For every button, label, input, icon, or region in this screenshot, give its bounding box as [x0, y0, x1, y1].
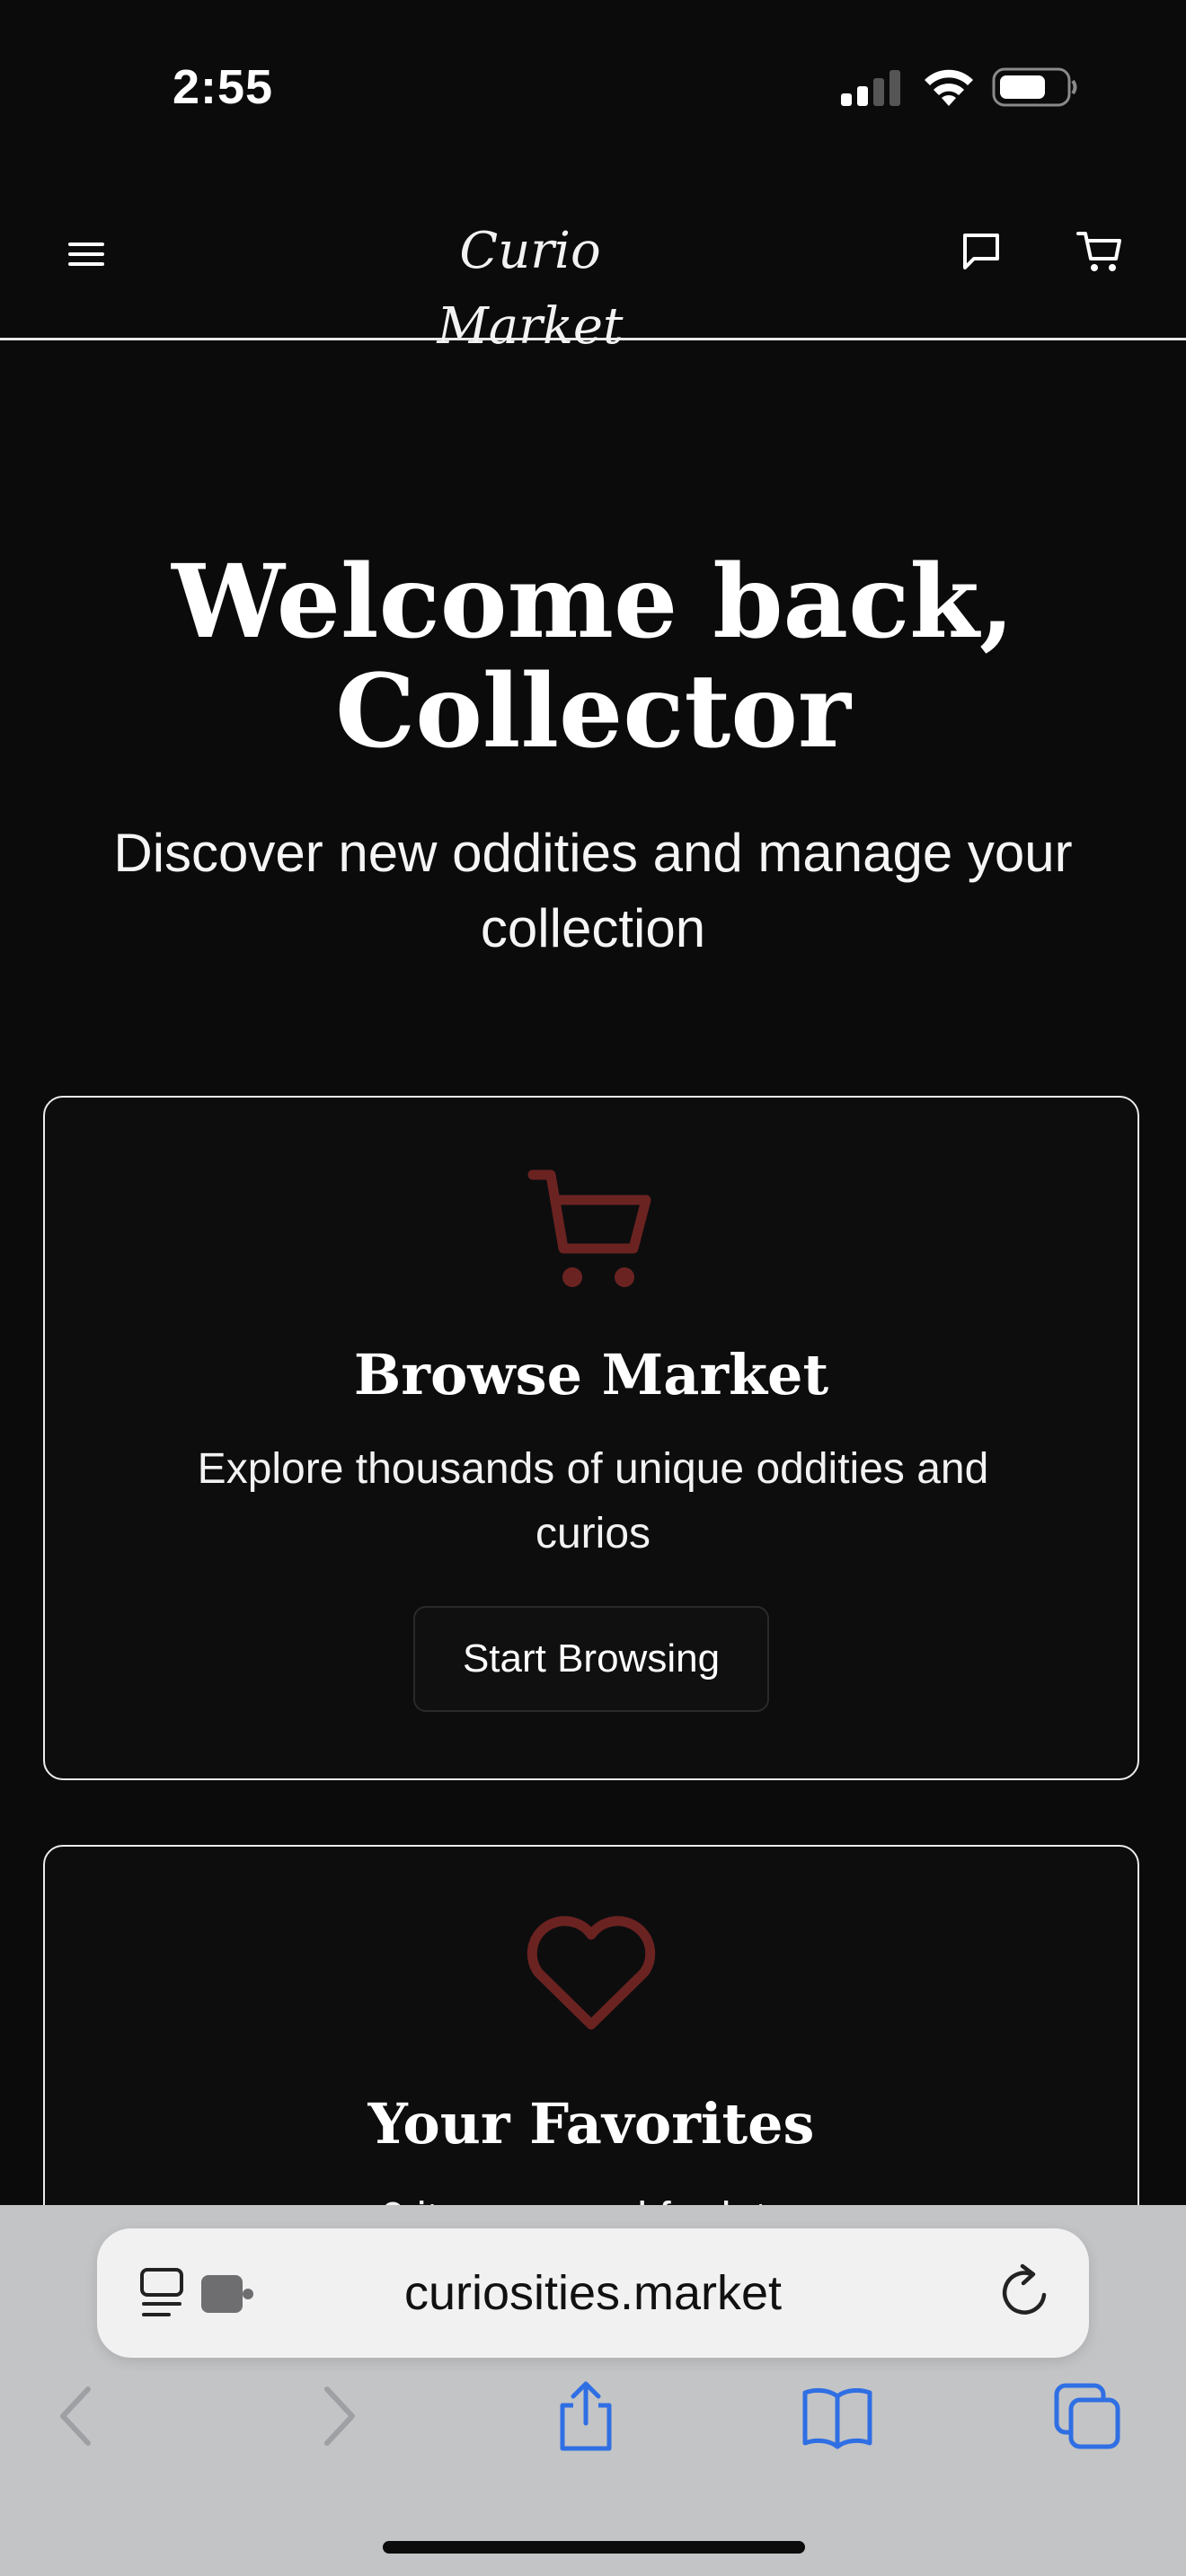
- browse-market-card[interactable]: Browse Market Explore thousands of uniqu…: [43, 1096, 1139, 1780]
- cellular-signal-icon: [841, 70, 900, 106]
- address-bar[interactable]: curiosities.market: [97, 2228, 1089, 2358]
- bookmarks-icon[interactable]: [801, 2380, 873, 2452]
- browser-toolbar: curiosities.market: [0, 2205, 1186, 2576]
- message-icon[interactable]: [958, 228, 1005, 275]
- wifi-icon: [925, 69, 973, 106]
- share-icon[interactable]: [550, 2380, 622, 2452]
- home-indicator: [383, 2541, 805, 2554]
- reload-icon[interactable]: [996, 2263, 1055, 2322]
- forward-icon[interactable]: [300, 2380, 372, 2452]
- status-time: 2:55: [173, 60, 274, 114]
- battery-icon: [992, 67, 1077, 107]
- card-description: Explore thousands of unique oddities and…: [197, 1445, 989, 1557]
- hamburger-menu-icon[interactable]: [61, 232, 111, 277]
- tabs-icon[interactable]: [1051, 2380, 1123, 2452]
- cart-icon[interactable]: [1075, 226, 1125, 277]
- welcome-heading: Welcome back, Collector: [172, 543, 1014, 771]
- site-logo[interactable]: Curio Market: [377, 214, 683, 356]
- url-text: curiosities.market: [403, 2266, 783, 2320]
- site-header: Curio Market: [0, 171, 1186, 356]
- welcome-subtitle: Discover new oddities and manage your co…: [113, 823, 1073, 958]
- card-title: Your Favorites: [367, 2091, 815, 2157]
- heart-icon: [527, 1916, 656, 2030]
- back-icon[interactable]: [43, 2380, 115, 2452]
- status-bar: 2:55: [0, 0, 1186, 171]
- shopping-cart-icon: [527, 1169, 651, 1287]
- start-browsing-button[interactable]: Start Browsing: [413, 1606, 769, 1712]
- logo-text: Curio Market: [437, 222, 624, 356]
- card-title: Browse Market: [353, 1342, 829, 1407]
